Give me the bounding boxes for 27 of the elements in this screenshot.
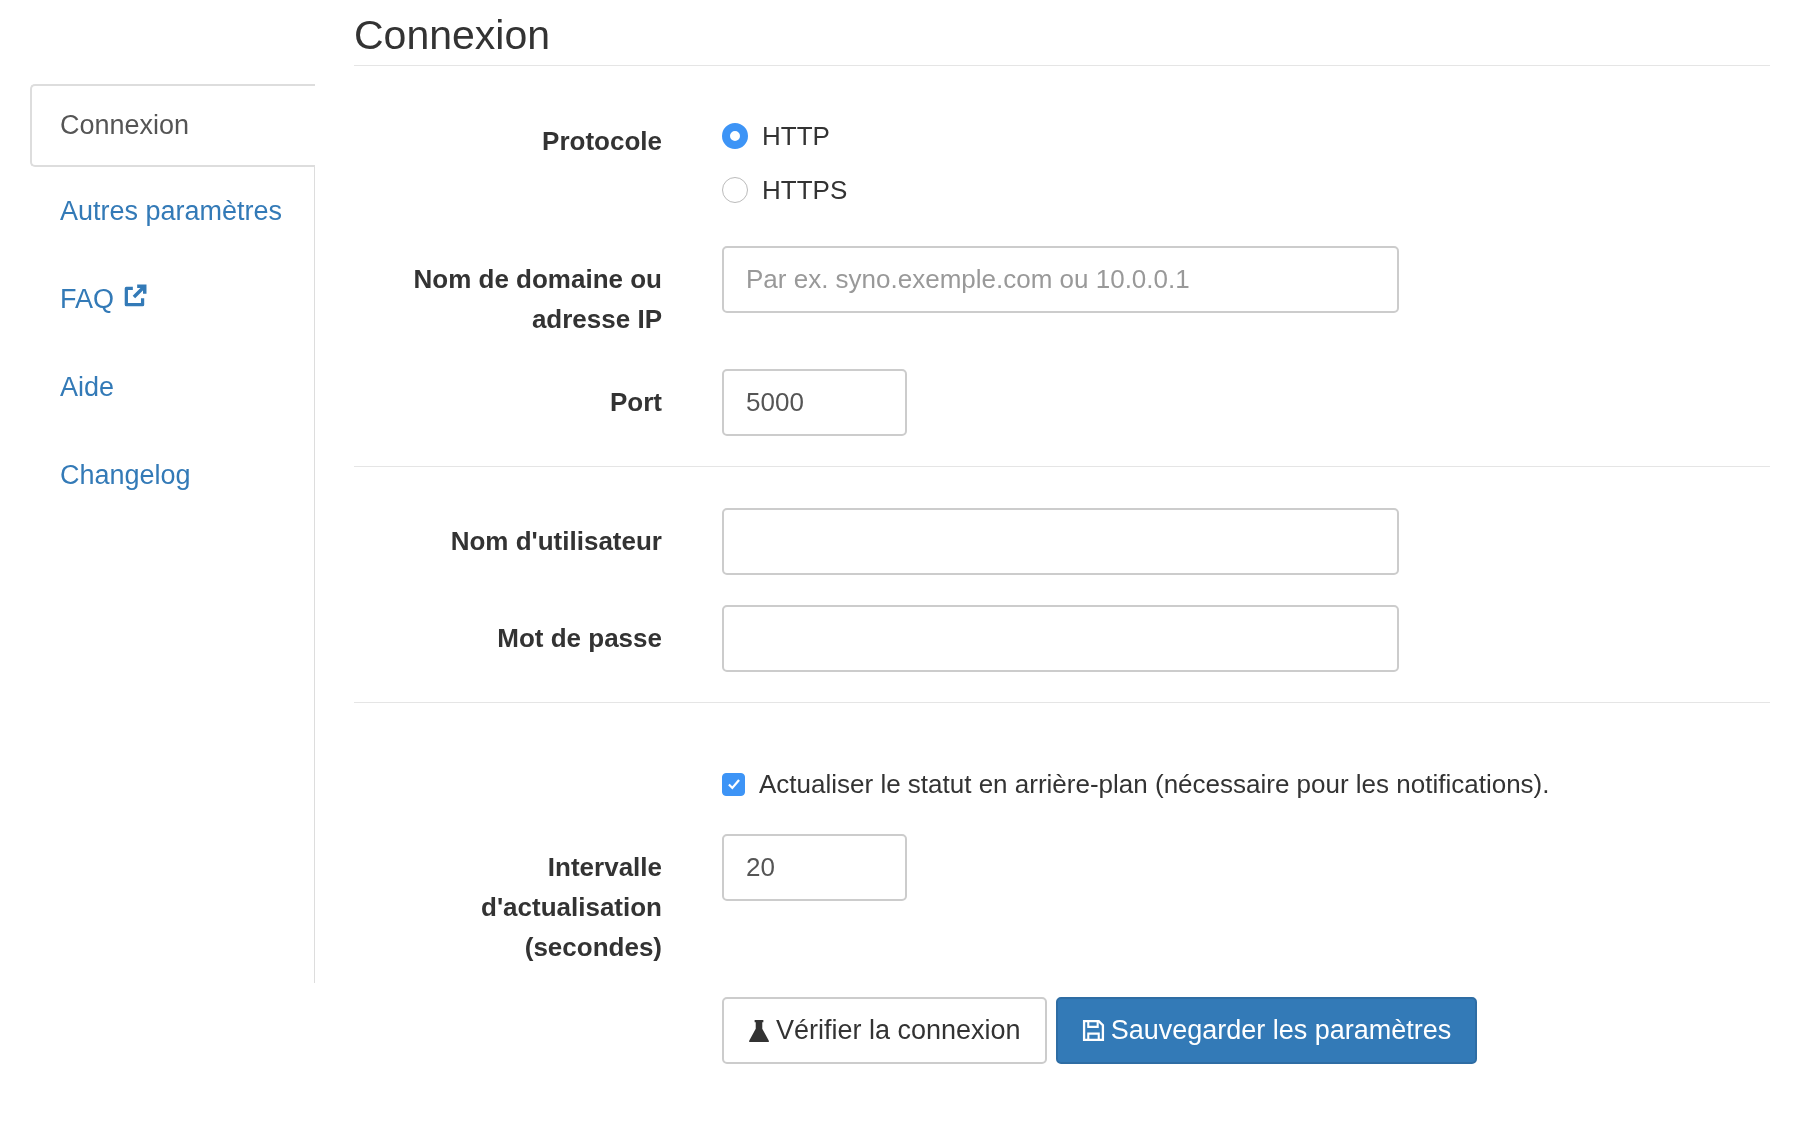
save-button[interactable]: Sauvegarder les paramètres (1055, 997, 1478, 1064)
input-field[interactable]: 20 (722, 834, 907, 901)
field-label: Mot de passe (497, 622, 662, 655)
password-field[interactable] (722, 605, 1399, 672)
field-label: Nom d'utilisateur (450, 525, 662, 558)
input-field[interactable] (722, 508, 1399, 575)
external-link-icon (122, 283, 148, 309)
field-label: Intervalle d'actualisation (secondes) (480, 851, 662, 964)
sidebar-item[interactable]: Changelog (30, 431, 314, 519)
test-button[interactable]: Vérifier la connexion (722, 997, 1047, 1064)
radio-label: HTTP (762, 120, 830, 152)
checkbox[interactable] (722, 772, 745, 796)
input-field[interactable]: 5000 (722, 369, 907, 436)
sidebar-item[interactable]: Aide (30, 343, 314, 431)
sidebar-item[interactable]: FAQ (30, 255, 314, 343)
input-field[interactable]: Par ex. syno.exemple.com ou 10.0.0.1 (722, 246, 1399, 313)
field-label: Protocole (542, 125, 662, 158)
radio-button[interactable] (722, 123, 748, 149)
sidebar-item[interactable]: Autres paramètres (30, 167, 314, 255)
radio-label: HTTPS (762, 174, 848, 206)
checkbox-label: Actualiser le statut en arrière-plan (nécessaire pour les notifications). (759, 768, 1550, 800)
field-label: Port (610, 386, 662, 419)
field-label: Nom de domaine ou adresse IP (412, 263, 662, 336)
sidebar-item[interactable]: Connexion (30, 84, 315, 167)
flask-icon (748, 1018, 770, 1043)
radio-button[interactable] (722, 177, 748, 203)
page-title: Connexion (354, 0, 1770, 66)
